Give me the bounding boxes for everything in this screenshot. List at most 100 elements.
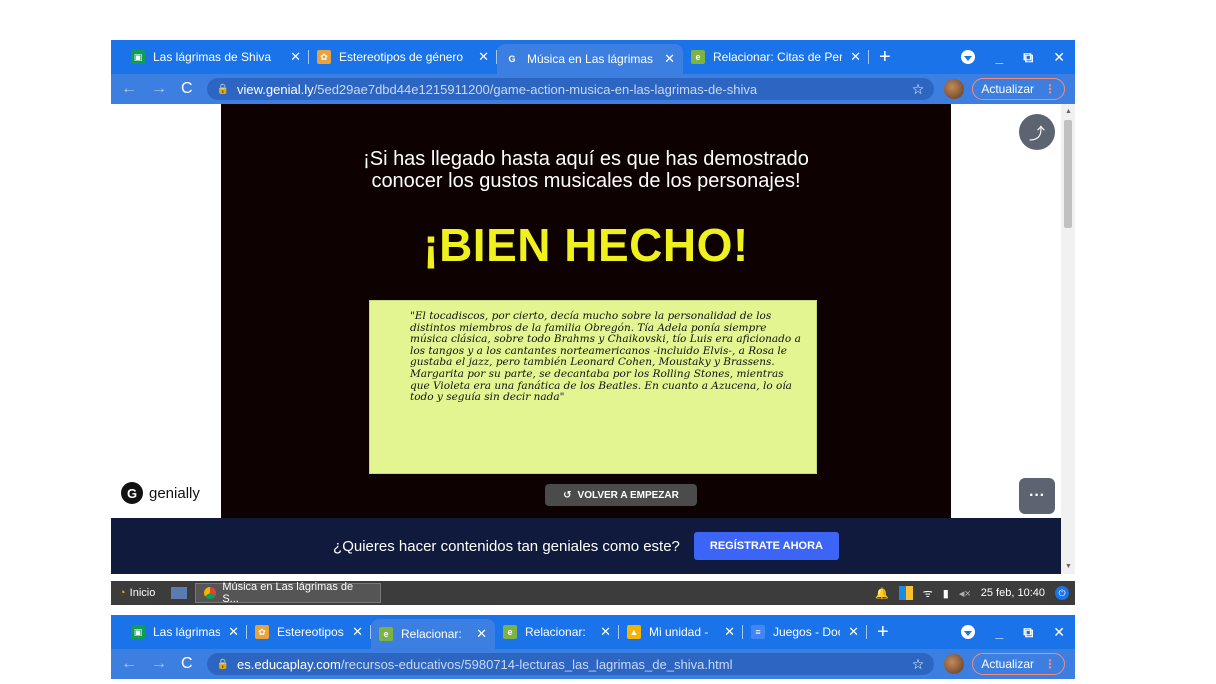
browser-tab[interactable]: ≡ Juegos - Doc ✕ [743, 618, 867, 646]
genially-logo-text: genially [149, 484, 200, 502]
wifi-icon[interactable]: ᯤ [923, 586, 933, 601]
tab-close-icon[interactable]: ✕ [478, 49, 489, 65]
new-tab-button-2[interactable]: + [877, 621, 889, 644]
update-button[interactable]: Actualizar ⋮ [972, 78, 1065, 100]
tab-favicon-icon: ≡ [751, 625, 765, 639]
scroll-up-icon[interactable]: ▲ [1065, 108, 1072, 115]
browser-tab[interactable]: e Relacionar: Citas de Per ✕ [683, 43, 869, 71]
book-quote: "El tocadiscos, por cierto, decía mucho … [369, 300, 817, 474]
notification-bell-icon[interactable]: 🔔 [875, 587, 889, 600]
volume-icon[interactable]: ◂× [959, 587, 971, 600]
system-tray: 🔔 ᯤ ▮ ◂× 25 feb, 10:40 ⏻ [875, 586, 1075, 601]
new-tab-button[interactable]: + [879, 46, 891, 69]
tab-favicon-icon: e [379, 627, 393, 641]
url-domain: view.genial.ly [237, 81, 314, 97]
power-icon[interactable]: ⏻ [1055, 586, 1069, 600]
tab-separator [868, 50, 869, 64]
address-bar-2[interactable]: 🔒 es.educaplay.com /recursos-educativos/… [206, 653, 935, 675]
tab-search-icon[interactable] [961, 625, 976, 639]
back-icon[interactable]: ← [121, 80, 137, 98]
browser-tab[interactable]: e Relacionar: ✕ [371, 619, 495, 649]
restore-icon[interactable]: ⧉ [1023, 624, 1033, 641]
scroll-down-icon[interactable]: ▼ [1065, 563, 1072, 570]
taskbar-window-button[interactable]: Música en Las lágrimas de S... [195, 581, 382, 605]
register-button[interactable]: REGÍSTRATE AHORA [693, 532, 839, 560]
tab-separator [866, 625, 867, 639]
tab-favicon-icon: ▲ [627, 625, 641, 639]
tab-search-icon[interactable] [961, 50, 976, 64]
tab-title: Las lágrimas [153, 625, 221, 639]
clock[interactable]: 25 feb, 10:40 [981, 587, 1045, 599]
genially-logo-icon: G [121, 482, 143, 504]
bookmark-star-icon[interactable]: ☆ [912, 656, 925, 673]
update-label: Actualizar [981, 82, 1034, 96]
browser-tab[interactable]: ▣ Las lágrimas de Shiva ✕ [123, 43, 309, 71]
menu-dots-icon[interactable]: ⋮ [1044, 82, 1056, 96]
tab-title: Música en Las lágrimas [527, 52, 654, 66]
headline-line-2: conocer los gustos musicales de los pers… [371, 170, 801, 192]
browser-tab[interactable]: ▲ Mi unidad - ✕ [619, 618, 743, 646]
profile-avatar[interactable] [944, 79, 965, 99]
minimize-icon[interactable]: _ [995, 624, 1003, 640]
battery-icon[interactable]: ▮ [943, 587, 949, 600]
headline: ¡Si has llegado hasta aquí es que has de… [221, 148, 951, 192]
desktop: ▣ Las lágrimas de Shiva ✕ ✿ Estereotipos de … [0, 0, 1216, 684]
restart-label: VOLVER A EMPEZAR [577, 489, 679, 501]
tab-close-icon[interactable]: ✕ [848, 624, 859, 640]
tab-favicon-icon: ▣ [131, 50, 145, 64]
tab-close-icon[interactable]: ✕ [228, 624, 239, 640]
reload-icon[interactable]: C [181, 80, 193, 98]
apps-icon[interactable] [898, 586, 913, 600]
browser-tab[interactable]: ✿ Estereotipos ✕ [247, 618, 371, 646]
tab-favicon-icon: ✿ [255, 625, 269, 639]
tab-strip-2: ▣ Las lágrimas ✕ ✿ Estereotipos ✕ e Relacionar:… [111, 615, 1075, 649]
scroll-thumb[interactable] [1064, 120, 1072, 228]
tab-close-icon[interactable]: ✕ [290, 49, 301, 65]
tab-favicon-icon: ✿ [317, 50, 331, 64]
genially-logo[interactable]: G genially [121, 482, 200, 504]
start-button[interactable]: ◔ Inicio [111, 587, 163, 599]
lock-icon: 🔒 [216, 658, 230, 670]
window-controls: _ ⧉ ✕ [961, 40, 1065, 74]
forward-icon[interactable]: → [151, 655, 167, 673]
tab-close-icon[interactable]: ✕ [600, 624, 611, 640]
tab-close-icon[interactable]: ✕ [476, 626, 487, 642]
bookmark-star-icon[interactable]: ☆ [912, 81, 925, 98]
page-content: ¡Si has llegado hasta aquí es que has de… [111, 104, 1061, 574]
success-title: ¡BIEN HECHO! [423, 219, 749, 271]
tab-close-icon[interactable]: ✕ [352, 624, 363, 640]
back-icon[interactable]: ← [121, 655, 137, 673]
address-bar[interactable]: 🔒 view.genial.ly /5ed29ae7dbd44e12159112… [206, 78, 935, 100]
tab-close-icon[interactable]: ✕ [664, 51, 675, 67]
url-domain: es.educaplay.com [237, 656, 341, 672]
reload-icon[interactable]: C [181, 655, 193, 673]
forward-icon[interactable]: → [151, 80, 167, 98]
restore-icon[interactable]: ⧉ [1023, 49, 1033, 66]
tab-title: Mi unidad - [649, 625, 709, 639]
taskbar-window-label: Música en Las lágrimas de S... [222, 581, 354, 605]
browser-tab[interactable]: ✿ Estereotipos de género ✕ [309, 43, 497, 71]
browser-tab[interactable]: e Relacionar: ✕ [495, 618, 619, 646]
browser-tab[interactable]: G Música en Las lágrimas ✕ [497, 44, 683, 74]
tab-favicon-icon: e [691, 50, 705, 64]
menu-dots-icon[interactable]: ⋮ [1044, 657, 1056, 671]
minimize-icon[interactable]: _ [995, 49, 1003, 65]
browser-toolbar: ← → C 🔒 view.genial.ly /5ed29ae7dbd44e12… [111, 74, 1075, 104]
headline-line-1: ¡Si has llegado hasta aquí es que has de… [363, 148, 809, 170]
tab-title: Relacionar: Citas de Per [713, 50, 843, 64]
close-window-icon[interactable]: ✕ [1053, 624, 1065, 641]
share-icon[interactable]: ⤴ [1019, 114, 1055, 150]
browser-tab[interactable]: ▣ Las lágrimas ✕ [123, 618, 247, 646]
tab-close-icon[interactable]: ✕ [724, 624, 735, 640]
banner-message: ¿Quieres hacer contenidos tan geniales c… [333, 537, 680, 555]
tab-close-icon[interactable]: ✕ [850, 49, 861, 65]
chrome-icon [204, 587, 217, 599]
restart-button[interactable]: ↺ VOLVER A EMPEZAR [545, 484, 697, 506]
profile-avatar[interactable] [944, 654, 965, 674]
more-options-icon[interactable]: ··· [1019, 478, 1055, 514]
close-window-icon[interactable]: ✕ [1053, 49, 1065, 66]
page-scrollbar[interactable]: ▲ ▼ [1061, 104, 1075, 574]
tab-title: Las lágrimas de Shiva [153, 50, 272, 64]
update-button[interactable]: Actualizar ⋮ [972, 653, 1065, 675]
file-manager-icon[interactable] [171, 587, 188, 599]
